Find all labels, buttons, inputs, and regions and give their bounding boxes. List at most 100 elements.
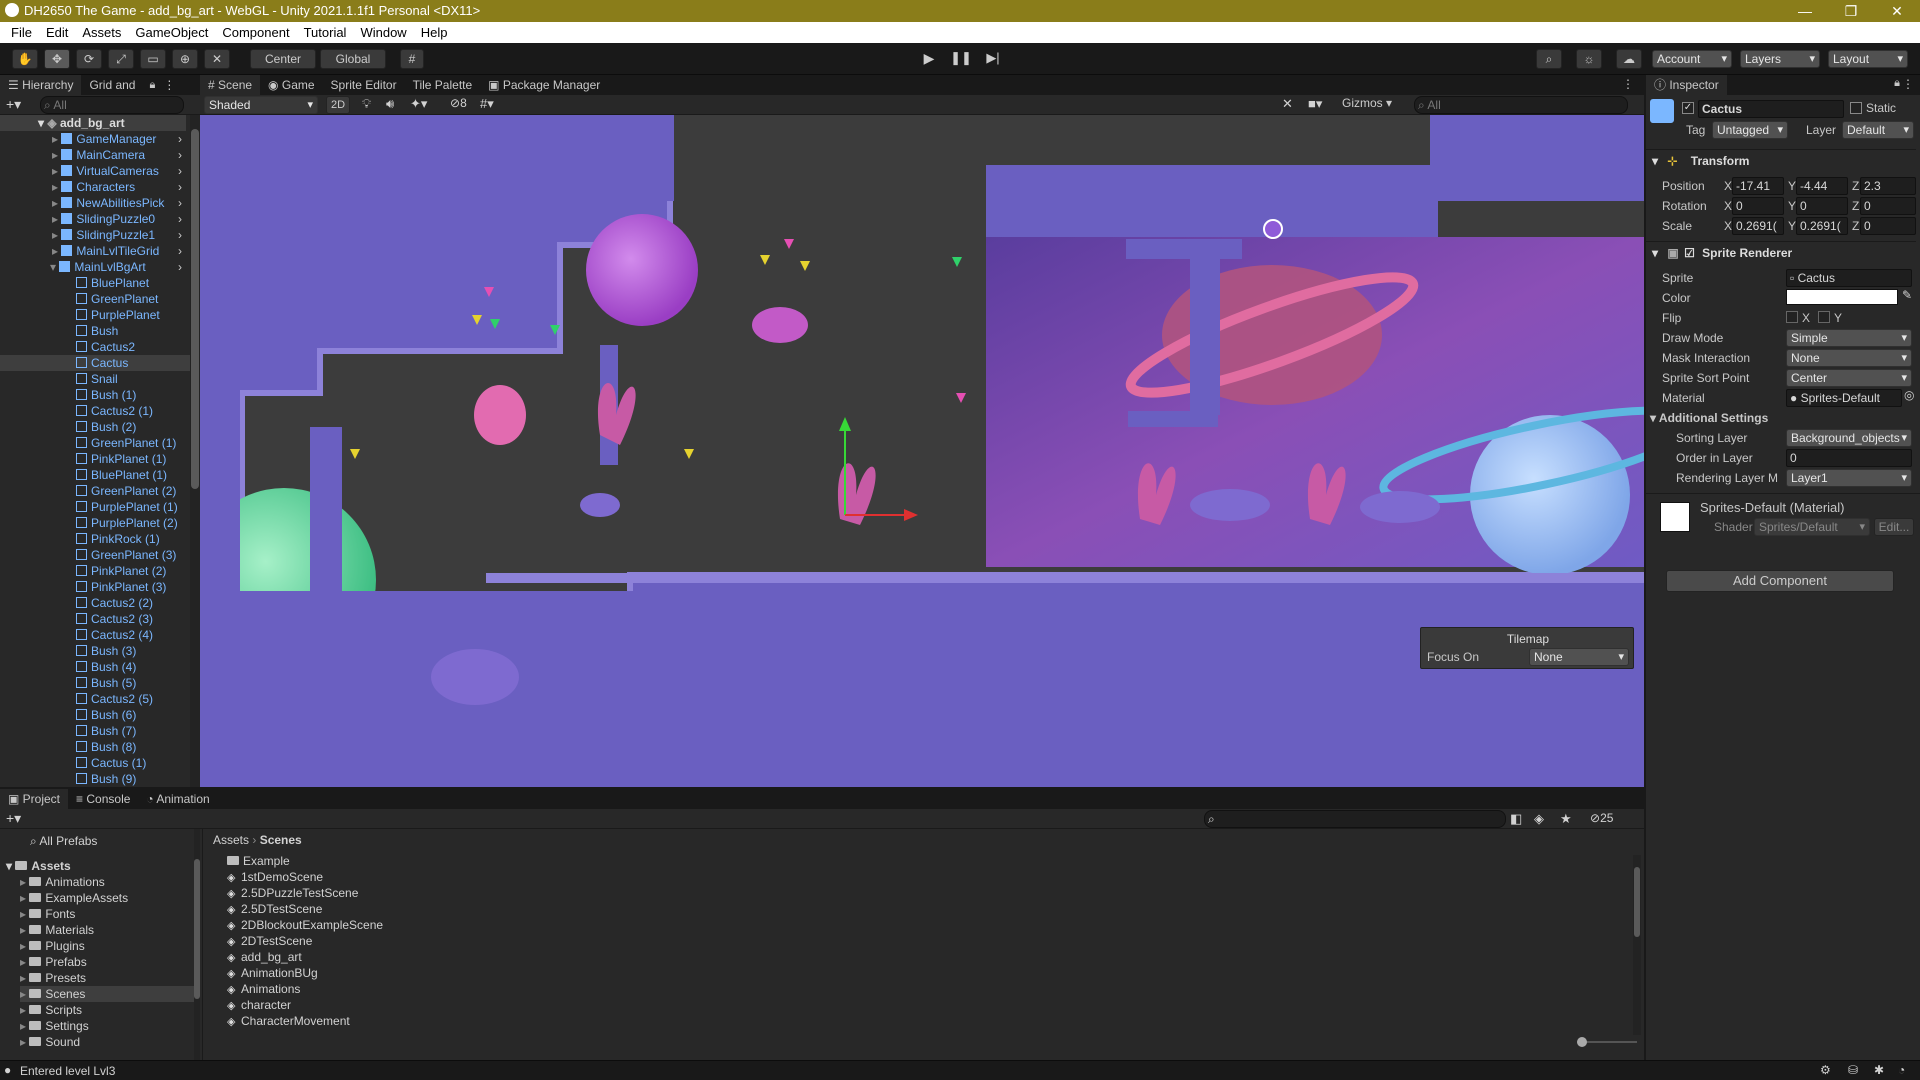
focus-on-dropdown[interactable]: None [1529,648,1629,666]
file-scene[interactable]: ◈ Animations [227,981,300,997]
layout-dropdown[interactable]: Layout [1828,50,1908,68]
hierarchy-item[interactable]: PurplePlanet (1) [0,499,190,515]
hierarchy-item[interactable]: Cactus [0,355,190,371]
search-icon[interactable]: ⌕ [1536,49,1562,69]
foldout-icon[interactable]: ▸ [20,939,26,953]
menu-gameobject[interactable]: GameObject [128,25,215,40]
foldout-icon[interactable]: ▸ [52,132,58,146]
hierarchy-item[interactable]: Snail [0,371,190,387]
hierarchy-scroll-thumb[interactable] [191,129,199,489]
transform-header[interactable]: ▾ ⊹ Transform [1646,149,1916,171]
hierarchy-item[interactable]: Cactus (1) [0,755,190,771]
asset-folder[interactable]: ▸ Plugins [20,938,194,954]
tab-game[interactable]: ◉ Game [260,75,323,95]
hand-tool-icon[interactable]: ✋ [12,49,38,69]
menu-tutorial[interactable]: Tutorial [297,25,354,40]
play-button[interactable]: ▶ [914,49,944,69]
progress-icon[interactable]: ⚙ [1820,1063,1831,1077]
layer-dropdown[interactable]: Default [1842,121,1914,139]
file-scene[interactable]: ◈ 1stDemoScene [227,869,323,885]
scale-x-field[interactable]: 0.2691( [1732,217,1784,235]
asset-folder[interactable]: ▸ Sound [20,1034,194,1050]
file-list-scroll-thumb[interactable] [1634,867,1640,937]
sprite-sort-point-dropdown[interactable]: Center [1786,369,1912,387]
hierarchy-item[interactable]: Bush (5) [0,675,190,691]
file-scene[interactable]: ◈ 2DTestScene [227,933,312,949]
minimize-icon[interactable]: — [1782,0,1828,22]
asset-folder[interactable]: ▸ Animations [20,874,194,890]
asset-folder[interactable]: ▸ ExampleAssets [20,890,194,906]
menu-edit[interactable]: Edit [39,25,75,40]
foldout-icon[interactable]: ▸ [20,875,26,889]
rect-tool-icon[interactable]: ▭ [140,49,166,69]
file-scene[interactable]: ◈ AnimationBUg [227,965,318,981]
tab-inspector[interactable]: ⓘ Inspector [1646,75,1727,95]
rotation-z-field[interactable]: 0 [1860,197,1916,215]
foldout-icon[interactable]: ▸ [20,955,26,969]
hierarchy-menu-icon[interactable]: ⋮ [163,78,175,92]
menu-file[interactable]: File [4,25,39,40]
hierarchy-item[interactable]: Bush (8) [0,739,190,755]
foldout-icon[interactable]: ▸ [52,196,58,210]
hierarchy-item[interactable]: Cactus2 (5) [0,691,190,707]
foldout-icon[interactable]: ▸ [52,244,58,258]
sprite-renderer-enabled-checkbox[interactable]: ☑ [1684,246,1695,260]
foldout-icon[interactable]: ▾ [50,260,56,274]
grid-toggle-icon[interactable]: #▾ [480,96,494,112]
asset-folder[interactable]: ▸ Materials [20,922,194,938]
file-folder[interactable]: Example [227,853,290,869]
2d-toggle[interactable]: 2D [326,96,350,114]
hierarchy-item[interactable]: Bush (6) [0,707,190,723]
lighting-icon[interactable]: 💡︎ [362,96,371,112]
project-search-input[interactable]: ⌕ [1204,810,1506,828]
open-prefab-icon[interactable]: › [178,179,182,195]
scale-tool-icon[interactable]: ⤢ [108,49,134,69]
asset-folder[interactable]: ▸ Presets [20,970,194,986]
cache-icon[interactable]: ⛁ [1848,1063,1858,1077]
hierarchy-item[interactable]: PinkPlanet (2) [0,563,190,579]
inspector-menu-icon[interactable]: ⋮ [1902,77,1914,91]
asset-folder[interactable]: ▸ Fonts [20,906,194,922]
tab-project[interactable]: ▣ Project [0,789,69,809]
move-tool-icon[interactable]: ✥ [44,49,70,69]
menu-window[interactable]: Window [353,25,413,40]
cloud-icon[interactable]: ☁ [1616,49,1642,69]
position-y-field[interactable]: -4.44 [1796,177,1848,195]
hierarchy-scrollbar[interactable] [190,115,200,787]
snap-grid-icon[interactable]: # [400,49,424,69]
color-swatch[interactable] [1786,289,1898,305]
file-scene[interactable]: ◈ 2DBlockoutExampleScene [227,917,383,933]
foldout-icon[interactable]: ▸ [20,1035,26,1049]
open-prefab-icon[interactable]: › [178,211,182,227]
active-checkbox[interactable]: ✓ [1682,102,1694,114]
menu-help[interactable]: Help [414,25,455,40]
hierarchy-item[interactable]: Bush (9) [0,771,190,787]
rotate-tool-icon[interactable]: ⟳ [76,49,102,69]
hierarchy-item[interactable]: Bush (4) [0,659,190,675]
hierarchy-item[interactable]: ▸ Characters › [0,179,190,195]
hierarchy-item[interactable]: PinkRock (1) [0,531,190,547]
breadcrumb-scenes[interactable]: Scenes [260,833,302,847]
foldout-icon[interactable]: ▸ [20,971,26,985]
hierarchy-item[interactable]: ▸ SlidingPuzzle0 › [0,211,190,227]
asset-folder[interactable]: ▸ Scripts [20,1002,194,1018]
hierarchy-item[interactable]: ▸ SlidingPuzzle1 › [0,227,190,243]
hidden-objects-icon[interactable]: ⊘8 [450,96,467,110]
hierarchy-item[interactable]: Cactus2 (2) [0,595,190,611]
flip-y-checkbox[interactable] [1818,311,1830,323]
rendering-layer-dropdown[interactable]: Layer1 [1786,469,1912,487]
hierarchy-item[interactable]: ▸ MainLvlTileGrid › [0,243,190,259]
open-prefab-icon[interactable]: › [178,227,182,243]
hierarchy-item[interactable]: BluePlanet (1) [0,467,190,483]
hierarchy-item[interactable]: Bush (3) [0,643,190,659]
hierarchy-item[interactable]: ▸ MainCamera › [0,147,190,163]
hierarchy-item[interactable]: ▸ GameManager › [0,131,190,147]
shader-dropdown[interactable]: Sprites/Default [1754,518,1870,536]
transform-tool-icon[interactable]: ⊕ [172,49,198,69]
scene-root[interactable]: ▾ ◈ add_bg_art [0,115,186,131]
lock-icon[interactable]: 🔒︎ [149,79,155,92]
audio-icon[interactable]: 🔊︎ [386,96,394,112]
hierarchy-item[interactable]: Cactus2 (4) [0,627,190,643]
breadcrumb-assets[interactable]: Assets [213,833,249,847]
scene-menu-icon[interactable]: ⋮ [1622,77,1634,91]
